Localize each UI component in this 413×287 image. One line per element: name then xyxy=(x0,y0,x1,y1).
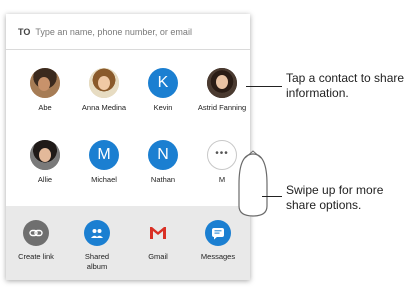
recipient-input-placeholder[interactable]: Type an name, phone number, or email xyxy=(35,27,192,37)
avatar: N xyxy=(148,140,178,170)
recipient-field[interactable]: TO Type an name, phone number, or email xyxy=(6,14,250,50)
swipe-callout-line xyxy=(262,196,282,197)
avatar xyxy=(207,68,237,98)
app-label: Gmail xyxy=(148,252,168,261)
contact-name: Anna Medina xyxy=(81,103,127,112)
gmail-button[interactable]: Gmail xyxy=(130,220,186,262)
people-icon xyxy=(84,220,110,246)
contact-name: Michael xyxy=(91,175,117,184)
contact-abe[interactable]: Abe xyxy=(14,68,76,112)
contact-name: Abe xyxy=(38,103,52,112)
create-link-button[interactable]: Create link xyxy=(8,220,64,262)
more-icon: ••• xyxy=(207,140,237,170)
app-label: Shared album xyxy=(84,252,110,271)
share-sheet: TO Type an name, phone number, or email … xyxy=(6,14,250,280)
contact-kevin[interactable]: K Kevin xyxy=(132,68,194,112)
messages-icon xyxy=(205,220,231,246)
app-label: Messages xyxy=(200,252,236,261)
contact-name: Kevin xyxy=(153,103,173,112)
contact-name: Astrid Fanning xyxy=(197,103,247,112)
avatar: M xyxy=(89,140,119,170)
contact-allie[interactable]: Allie xyxy=(14,140,76,184)
messages-button[interactable]: Messages xyxy=(190,220,246,262)
avatar xyxy=(89,68,119,98)
contact-callout: Tap a contact to share information. xyxy=(286,71,405,100)
contact-nathan[interactable]: N Nathan xyxy=(132,140,194,184)
to-label: TO xyxy=(18,26,31,37)
avatar xyxy=(30,140,60,170)
contact-astrid-fanning[interactable]: Astrid Fanning xyxy=(191,68,250,112)
shared-album-button[interactable]: Shared album xyxy=(69,220,125,272)
avatar: K xyxy=(148,68,178,98)
link-icon xyxy=(23,220,49,246)
swipe-up-gesture-icon xyxy=(238,150,268,217)
share-apps-bar: Create link Shared album Gmail Messages xyxy=(6,206,250,280)
gmail-icon xyxy=(145,220,171,246)
contact-callout-line xyxy=(246,86,282,87)
contact-name: Allie xyxy=(37,175,53,184)
app-label: Create link xyxy=(18,252,54,261)
avatar xyxy=(30,68,60,98)
contact-anna-medina[interactable]: Anna Medina xyxy=(73,68,135,112)
swipe-callout: Swipe up for more share options. xyxy=(286,183,384,212)
contact-michael[interactable]: M Michael xyxy=(73,140,135,184)
contact-name: Nathan xyxy=(150,175,176,184)
